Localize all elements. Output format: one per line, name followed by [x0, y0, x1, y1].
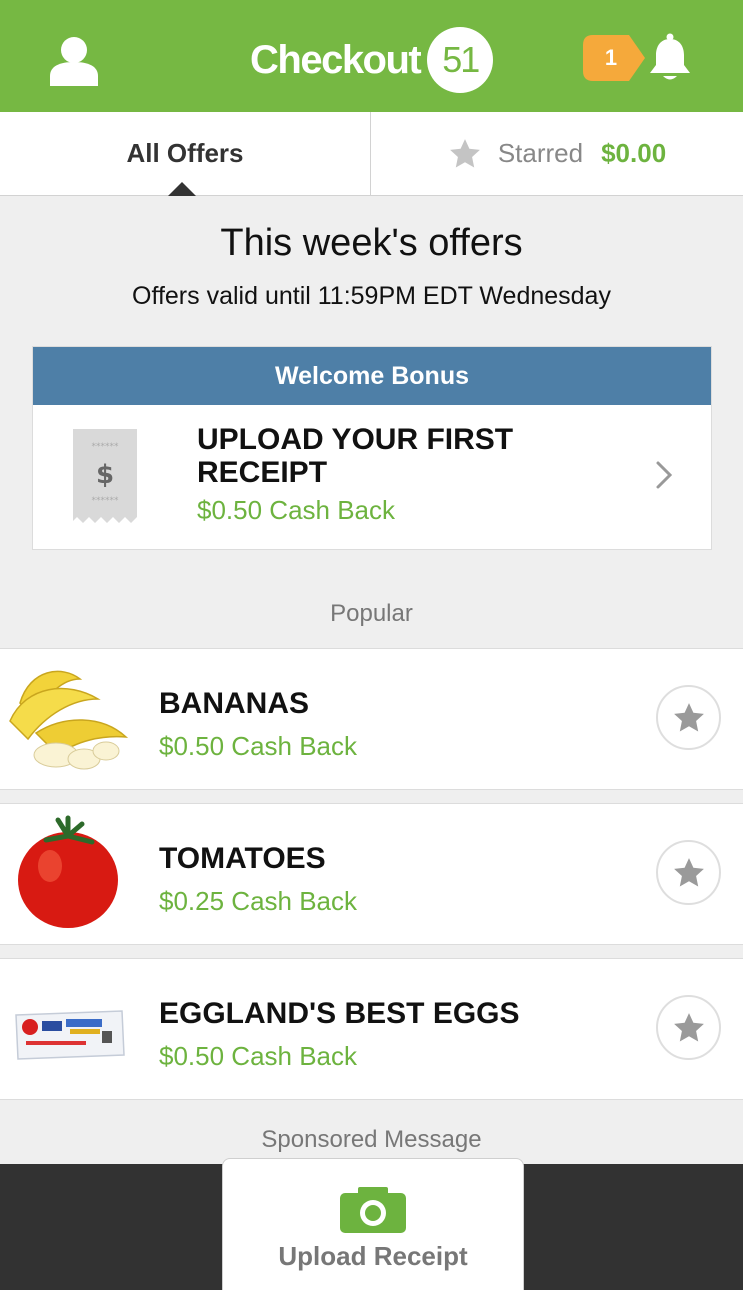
star-icon	[673, 857, 704, 886]
offer-title: EGGLAND'S BEST EGGS	[159, 997, 520, 1030]
star-button[interactable]	[656, 995, 721, 1060]
offer-cash-back: $0.25 Cash Back	[159, 886, 358, 916]
upload-receipt-button[interactable]: Upload Receipt	[222, 1158, 524, 1290]
profile-icon[interactable]	[50, 36, 98, 86]
welcome-bonus-header: Welcome Bonus	[33, 347, 711, 405]
popular-section-label: Popular	[330, 600, 413, 627]
banana-icon	[9, 670, 129, 770]
upload-receipt-label: Upload Receipt	[278, 1241, 468, 1271]
app-header: Checkout 51 1	[0, 0, 743, 112]
offers-validity: Offers valid until 11:59PM EDT Wednesday	[132, 282, 611, 310]
logo-text: Checkout	[250, 37, 422, 82]
offer-card[interactable]: BANANAS $0.50 Cash Back	[0, 648, 743, 790]
star-icon	[673, 1012, 704, 1041]
welcome-bonus-card[interactable]: Welcome Bonus ****** $ ****** UPLOAD YOU…	[32, 346, 712, 550]
offer-cash-back: $0.50 Cash Back	[159, 1041, 358, 1071]
receipt-icon: ****** $ ******	[73, 429, 137, 523]
logo-number: 51	[427, 27, 494, 93]
starred-amount: $0.00	[601, 138, 667, 168]
offer-tabs: All Offers Starred $0.00	[0, 112, 743, 196]
app-logo: Checkout 51	[250, 26, 494, 94]
star-icon	[449, 138, 480, 167]
page-title: This week's offers	[220, 222, 523, 264]
offer-title: TOMATOES	[159, 842, 326, 875]
egg-carton-icon	[15, 1010, 125, 1060]
star-button[interactable]	[656, 840, 721, 905]
svg-text:$: $	[96, 460, 114, 490]
tab-starred[interactable]: Starred $0.00	[371, 112, 743, 195]
offer-card[interactable]: TOMATOES $0.25 Cash Back	[0, 803, 743, 945]
offer-title: BANANAS	[159, 687, 309, 720]
svg-text:******: ******	[92, 496, 120, 506]
star-button[interactable]	[656, 685, 721, 750]
offer-cash-back: $0.50 Cash Back	[159, 731, 358, 761]
bell-icon[interactable]	[648, 33, 692, 83]
camera-icon	[340, 1187, 406, 1233]
active-tab-indicator	[168, 182, 196, 196]
sponsored-message-label: Sponsored Message	[261, 1126, 482, 1153]
offer-card[interactable]: EGGLAND'S BEST EGGS $0.50 Cash Back	[0, 958, 743, 1100]
notification-count: 1	[604, 45, 618, 70]
star-icon	[673, 702, 704, 731]
tomato-icon	[18, 815, 118, 928]
tab-starred-label: Starred	[497, 138, 584, 168]
chevron-right-icon	[656, 461, 673, 489]
welcome-bonus-title: UPLOAD YOUR FIRST RECEIPT	[197, 423, 514, 489]
svg-text:******: ******	[92, 442, 120, 452]
welcome-bonus-cash-back: $0.50 Cash Back	[197, 495, 396, 525]
